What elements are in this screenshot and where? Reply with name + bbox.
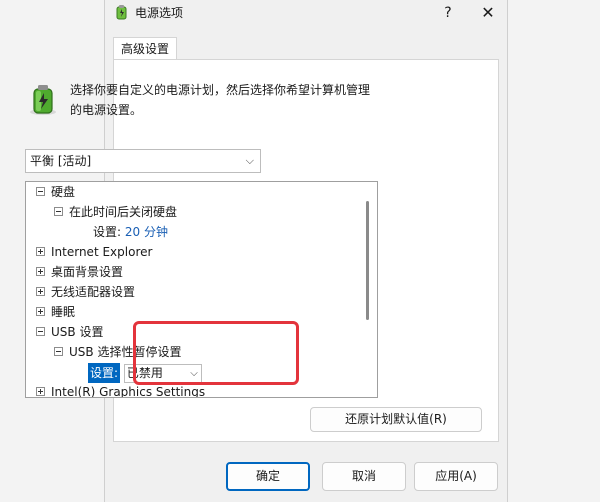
collapse-icon[interactable] bbox=[54, 207, 63, 216]
tree-item-intel-graphics[interactable]: Intel(R) Graphics Settings bbox=[36, 382, 205, 397]
settings-tree[interactable]: 硬盘 在此时间后关闭硬盘 设置: 20 分钟 Internet Explorer… bbox=[25, 181, 378, 398]
chevron-down-icon: ⌵ bbox=[190, 368, 198, 379]
tree-item-usb-selective-suspend[interactable]: USB 选择性暂停设置 bbox=[54, 342, 181, 362]
tree-item-ie[interactable]: Internet Explorer bbox=[36, 242, 152, 262]
intro-text: 选择你要自定义的电源计划，然后选择你希望计算机管理的电源设置。 bbox=[70, 83, 371, 117]
tree-item-hard-disk[interactable]: 硬盘 bbox=[36, 182, 75, 202]
disk-setting-value[interactable]: 20 分钟 bbox=[125, 225, 168, 239]
tree-item-usb-setting[interactable]: 设置: 已禁用 ⌵ bbox=[88, 363, 202, 383]
power-plan-icon bbox=[30, 85, 56, 115]
battery-icon bbox=[116, 5, 127, 20]
tree-item-usb[interactable]: USB 设置 bbox=[36, 322, 103, 342]
tab-advanced-settings[interactable]: 高级设置 bbox=[113, 37, 178, 60]
expand-icon[interactable] bbox=[36, 287, 45, 296]
ok-button[interactable]: 确定 bbox=[226, 462, 310, 491]
tree-item-disk-setting[interactable]: 设置: 20 分钟 bbox=[93, 222, 168, 242]
close-button[interactable]: ✕ bbox=[471, 0, 505, 26]
restore-defaults-button[interactable]: 还原计划默认值(R) bbox=[310, 407, 482, 432]
tree-item-sleep[interactable]: 睡眠 bbox=[36, 302, 75, 322]
tree-item-desktop-background[interactable]: 桌面背景设置 bbox=[36, 262, 123, 282]
expand-icon[interactable] bbox=[36, 267, 45, 276]
usb-setting-select[interactable]: 已禁用 ⌵ bbox=[123, 364, 202, 383]
help-button[interactable]: ? bbox=[431, 0, 465, 26]
expand-icon[interactable] bbox=[36, 307, 45, 316]
tree-item-turn-off-disk[interactable]: 在此时间后关闭硬盘 bbox=[54, 202, 177, 222]
cancel-button[interactable]: 取消 bbox=[322, 462, 406, 491]
apply-button[interactable]: 应用(A) bbox=[414, 462, 498, 491]
expand-icon[interactable] bbox=[36, 387, 45, 396]
usb-setting-label: 设置: bbox=[88, 363, 121, 383]
collapse-icon[interactable] bbox=[54, 347, 63, 356]
window-title: 电源选项 bbox=[135, 6, 184, 20]
power-plan-select[interactable]: 平衡 [活动] ⌵ bbox=[25, 149, 261, 173]
chevron-down-icon: ⌵ bbox=[245, 154, 254, 167]
power-plan-value: 平衡 [活动] bbox=[30, 154, 92, 168]
title-bar: 电源选项 ? ✕ bbox=[105, 0, 507, 26]
collapse-icon[interactable] bbox=[36, 187, 45, 196]
collapse-icon[interactable] bbox=[36, 327, 45, 336]
expand-icon[interactable] bbox=[36, 247, 45, 256]
usb-setting-value: 已禁用 bbox=[126, 366, 163, 380]
tree-item-wireless-adapter[interactable]: 无线适配器设置 bbox=[36, 282, 135, 302]
vertical-scrollbar[interactable] bbox=[366, 201, 369, 320]
